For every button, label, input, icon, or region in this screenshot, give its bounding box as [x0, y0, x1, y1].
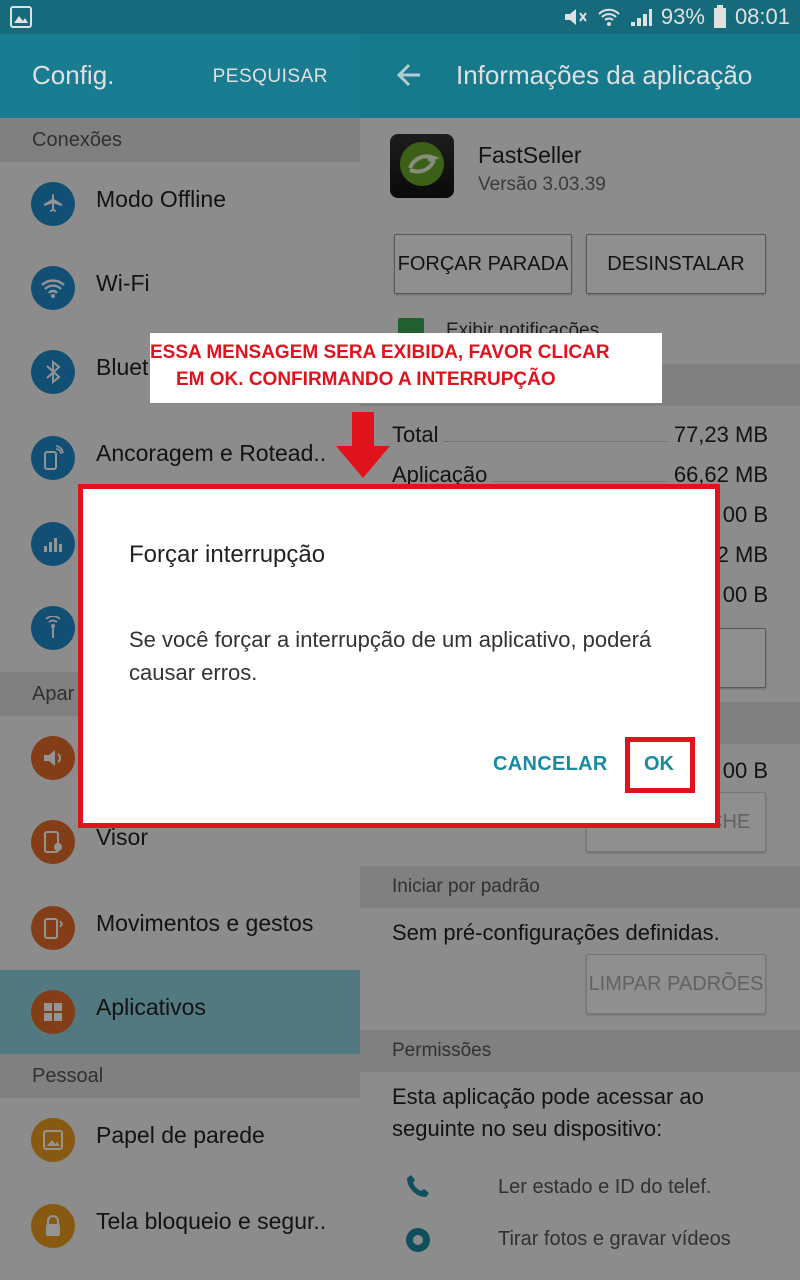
- force-stop-dialog: Forçar interrupção Se você forçar a inte…: [78, 484, 720, 828]
- dialog-cancel-button[interactable]: CANCELAR: [493, 753, 608, 776]
- instruction-line-2: EM OK. CONFIRMANDO A INTERRUPÇÃO: [176, 369, 556, 390]
- status-dim: [0, 0, 800, 118]
- dialog-message: Se você forçar a interrupção de um aplic…: [129, 627, 652, 685]
- dialog-ok-button[interactable]: OK: [644, 753, 674, 776]
- instruction-line-1: ESSA MENSAGEM SERA EXIBIDA, FAVOR CLICAR: [150, 342, 610, 363]
- arrow-down-icon: [336, 412, 390, 478]
- instruction-note: ESSA MENSAGEM SERA EXIBIDA, FAVOR CLICAR…: [150, 333, 662, 403]
- dialog-title: Forçar interrupção: [129, 541, 326, 568]
